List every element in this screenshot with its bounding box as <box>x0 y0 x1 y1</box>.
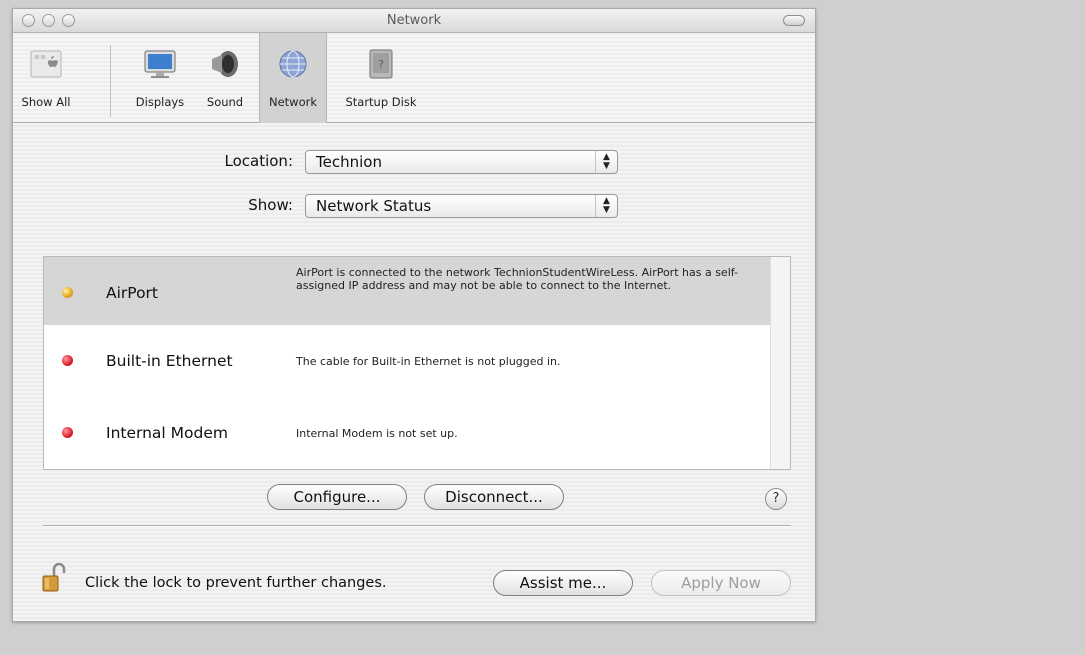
toolbar-item-startup-disk[interactable]: ? Startup Disk <box>335 33 427 123</box>
status-red-icon <box>62 355 73 366</box>
list-item-internal-modem[interactable]: Internal Modem Internal Modem is not set… <box>44 395 770 467</box>
assist-me-button[interactable]: Assist me... <box>493 570 633 596</box>
popup-arrows-icon: ▲ ▼ <box>595 151 617 173</box>
list-item-airport[interactable]: AirPort AirPort is connected to the netw… <box>44 257 770 325</box>
toolbar-separator <box>110 45 111 117</box>
speaker-icon <box>208 49 242 79</box>
service-description: AirPort is connected to the network Tech… <box>296 266 738 292</box>
lock-open-icon[interactable] <box>42 562 66 593</box>
service-name: AirPort <box>106 284 159 302</box>
lock-message: Click the lock to prevent further change… <box>85 575 387 591</box>
list-item-built-in-ethernet[interactable]: Built-in Ethernet The cable for Built-in… <box>44 325 770 395</box>
location-value: Technion <box>316 153 382 171</box>
help-button[interactable]: ? <box>765 488 787 510</box>
toolbar-label: Sound <box>206 95 244 109</box>
status-red-icon <box>62 427 73 438</box>
preferences-toolbar: Show All Displays Sound Network ? Startu… <box>13 33 815 123</box>
divider <box>43 525 791 527</box>
service-description: The cable for Built-in Ethernet is not p… <box>296 355 561 368</box>
show-popup[interactable]: Network Status ▲ ▼ <box>305 194 618 218</box>
list-scrollbar[interactable] <box>770 257 790 469</box>
apple-icon <box>29 49 63 79</box>
toolbar-label: Network <box>268 95 318 109</box>
disconnect-button[interactable]: Disconnect... <box>424 484 564 510</box>
service-name: Internal Modem <box>106 424 228 442</box>
toolbar-item-displays[interactable]: Displays <box>124 33 196 123</box>
apply-now-button[interactable]: Apply Now <box>651 570 791 596</box>
window-title: Network <box>386 13 442 28</box>
configure-button[interactable]: Configure... <box>267 484 407 510</box>
toolbar-label: Displays <box>135 95 185 109</box>
title-bar[interactable]: Network <box>13 9 815 33</box>
status-yellow-icon <box>62 287 73 298</box>
service-name: Built-in Ethernet <box>106 352 233 370</box>
show-value: Network Status <box>316 197 432 215</box>
location-label: Location: <box>224 152 294 170</box>
toolbar-item-network[interactable]: Network <box>259 33 327 123</box>
show-label: Show: <box>248 196 293 214</box>
service-description: Internal Modem is not set up. <box>296 427 458 440</box>
svg-text:?: ? <box>378 58 384 71</box>
network-services-list: AirPort AirPort is connected to the netw… <box>43 256 791 470</box>
popup-arrows-icon: ▲ ▼ <box>595 195 617 217</box>
hard-disk-icon: ? <box>364 49 398 79</box>
toolbar-label: Startup Disk <box>345 95 417 109</box>
display-icon <box>143 49 177 79</box>
location-popup[interactable]: Technion ▲ ▼ <box>305 150 618 174</box>
network-globe-icon <box>276 49 310 79</box>
toolbar-toggle-button[interactable] <box>783 15 805 26</box>
toolbar-label: Show All <box>21 95 71 109</box>
toolbar-item-sound[interactable]: Sound <box>198 33 252 123</box>
network-preferences-window: Network Show All Displays Sound Network … <box>12 8 816 622</box>
toolbar-item-show-all[interactable]: Show All <box>13 33 79 123</box>
